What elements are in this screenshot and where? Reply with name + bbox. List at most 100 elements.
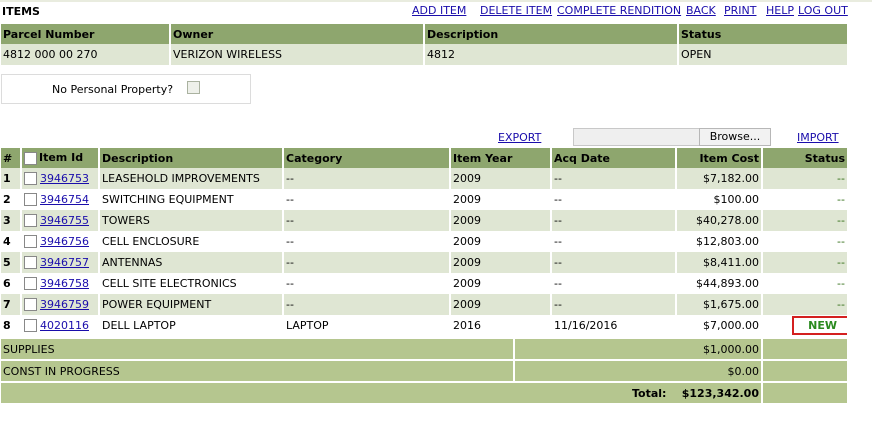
item-id-cell: 4020116 xyxy=(21,315,100,336)
item-year: 2009 xyxy=(450,273,552,294)
item-id-cell: 3946754 xyxy=(21,189,100,210)
item-id-cell: 3946756 xyxy=(21,231,100,252)
row-number: 8 xyxy=(1,315,22,336)
cip-row: CONST IN PROGRESS $0.00 xyxy=(1,360,847,383)
table-row: 8 4020116 DELL LAPTOP LAPTOP 2016 11/16/… xyxy=(1,315,847,336)
parcel-header-row: Parcel Number Owner Description Status xyxy=(1,24,847,44)
add-item-link[interactable]: ADD ITEM xyxy=(412,4,466,17)
items-header-row: # Item Id Description Category Item Year… xyxy=(1,148,847,168)
top-divider xyxy=(0,0,872,2)
row-checkbox[interactable] xyxy=(24,172,37,186)
logout-link[interactable]: LOG OUT xyxy=(798,4,848,17)
num-header: # xyxy=(1,148,22,168)
item-description: TOWERS xyxy=(99,210,284,231)
total-cell: Total: $123,342.00 xyxy=(1,382,763,405)
row-checkbox[interactable] xyxy=(24,277,37,291)
item-id-link[interactable]: 3946759 xyxy=(40,298,89,311)
item-acq-date: -- xyxy=(551,252,677,273)
cip-value: $0.00 xyxy=(514,360,763,383)
item-cost: $8,411.00 xyxy=(676,252,763,273)
no-personal-property-label: No Personal Property? xyxy=(52,83,174,96)
select-all-checkbox[interactable] xyxy=(24,151,37,165)
item-id-link[interactable]: 4020116 xyxy=(40,319,89,332)
item-id-link[interactable]: 3946754 xyxy=(40,193,89,206)
item-acq-date: 11/16/2016 xyxy=(551,315,677,336)
export-link[interactable]: EXPORT xyxy=(498,131,541,144)
supplies-value: $1,000.00 xyxy=(514,339,763,361)
item-id-link[interactable]: 3946756 xyxy=(40,235,89,248)
item-status: -- xyxy=(762,273,847,294)
item-id-cell: 3946758 xyxy=(21,273,100,294)
item-acq-date: -- xyxy=(551,210,677,231)
item-year: 2009 xyxy=(450,189,552,210)
print-link[interactable]: PRINT xyxy=(724,4,756,17)
row-checkbox[interactable] xyxy=(24,214,37,228)
item-acq-date: -- xyxy=(551,273,677,294)
item-description: ANTENNAS xyxy=(99,252,284,273)
item-description: LEASEHOLD IMPROVEMENTS xyxy=(99,168,284,189)
item-acq-date: -- xyxy=(551,231,677,252)
item-category: -- xyxy=(283,189,451,210)
item-cost: $1,675.00 xyxy=(676,294,763,315)
item-status: -- xyxy=(762,252,847,273)
owner-value: VERIZON WIRELESS xyxy=(170,44,425,65)
table-row: 6 3946758 CELL SITE ELECTRONICS -- 2009 … xyxy=(1,273,847,294)
top-nav: ADD ITEM DELETE ITEM COMPLETE RENDITION … xyxy=(0,4,872,20)
row-checkbox[interactable] xyxy=(24,193,37,207)
supplies-status xyxy=(762,339,847,361)
delete-item-link[interactable]: DELETE ITEM xyxy=(480,4,552,17)
item-cost-header: Item Cost xyxy=(676,148,763,168)
item-description: CELL ENCLOSURE xyxy=(99,231,284,252)
row-number: 1 xyxy=(1,168,22,189)
item-cost: $7,000.00 xyxy=(676,315,763,336)
back-link[interactable]: BACK xyxy=(686,4,716,17)
supplies-label: SUPPLIES xyxy=(1,339,515,361)
status-value: OPEN xyxy=(678,44,847,65)
no-personal-property-box: No Personal Property? xyxy=(1,74,251,104)
total-status xyxy=(762,382,847,405)
item-cost: $100.00 xyxy=(676,189,763,210)
item-id-link[interactable]: 3946757 xyxy=(40,256,89,269)
item-status: -- xyxy=(762,231,847,252)
category-header: Category xyxy=(283,148,451,168)
row-checkbox[interactable] xyxy=(24,235,37,249)
item-id-header-label: Item Id xyxy=(39,151,84,165)
total-label: Total: xyxy=(631,386,667,400)
item-year: 2009 xyxy=(450,252,552,273)
item-cost: $7,182.00 xyxy=(676,168,763,189)
item-acq-date: -- xyxy=(551,189,677,210)
item-category: -- xyxy=(283,168,451,189)
item-year: 2009 xyxy=(450,231,552,252)
item-id-link[interactable]: 3946758 xyxy=(40,277,89,290)
table-row: 3 3946755 TOWERS -- 2009 -- $40,278.00 -… xyxy=(1,210,847,231)
complete-rendition-link[interactable]: COMPLETE RENDITION xyxy=(557,4,681,17)
cip-label: CONST IN PROGRESS xyxy=(1,360,515,383)
item-status-cell: NEW xyxy=(762,315,847,336)
item-description: SWITCHING EQUIPMENT xyxy=(99,189,284,210)
status-column-header: Status xyxy=(762,148,847,168)
item-id-link[interactable]: 3946753 xyxy=(40,172,89,185)
item-id-header: Item Id xyxy=(21,148,100,168)
parcel-number-value: 4812 000 00 270 xyxy=(1,44,171,65)
item-description: DELL LAPTOP xyxy=(99,315,284,336)
help-link[interactable]: HELP xyxy=(766,4,794,17)
summary-table: SUPPLIES $1,000.00 CONST IN PROGRESS $0.… xyxy=(1,339,847,405)
total-row: Total: $123,342.00 xyxy=(1,382,847,405)
owner-header: Owner xyxy=(170,24,425,44)
table-row: 1 3946753 LEASEHOLD IMPROVEMENTS -- 2009… xyxy=(1,168,847,189)
item-category: -- xyxy=(283,273,451,294)
item-cost: $40,278.00 xyxy=(676,210,763,231)
row-number: 3 xyxy=(1,210,22,231)
no-personal-property-checkbox[interactable] xyxy=(187,81,200,94)
row-checkbox[interactable] xyxy=(24,298,37,312)
supplies-row: SUPPLIES $1,000.00 xyxy=(1,339,847,361)
item-id-link[interactable]: 3946755 xyxy=(40,214,89,227)
item-year: 2009 xyxy=(450,294,552,315)
browse-button[interactable]: Browse... xyxy=(699,128,771,146)
file-path-input[interactable] xyxy=(573,128,700,146)
item-description: CELL SITE ELECTRONICS xyxy=(99,273,284,294)
row-checkbox[interactable] xyxy=(24,256,37,270)
import-link[interactable]: IMPORT xyxy=(797,131,839,144)
row-checkbox[interactable] xyxy=(24,319,37,333)
item-acq-date: -- xyxy=(551,294,677,315)
